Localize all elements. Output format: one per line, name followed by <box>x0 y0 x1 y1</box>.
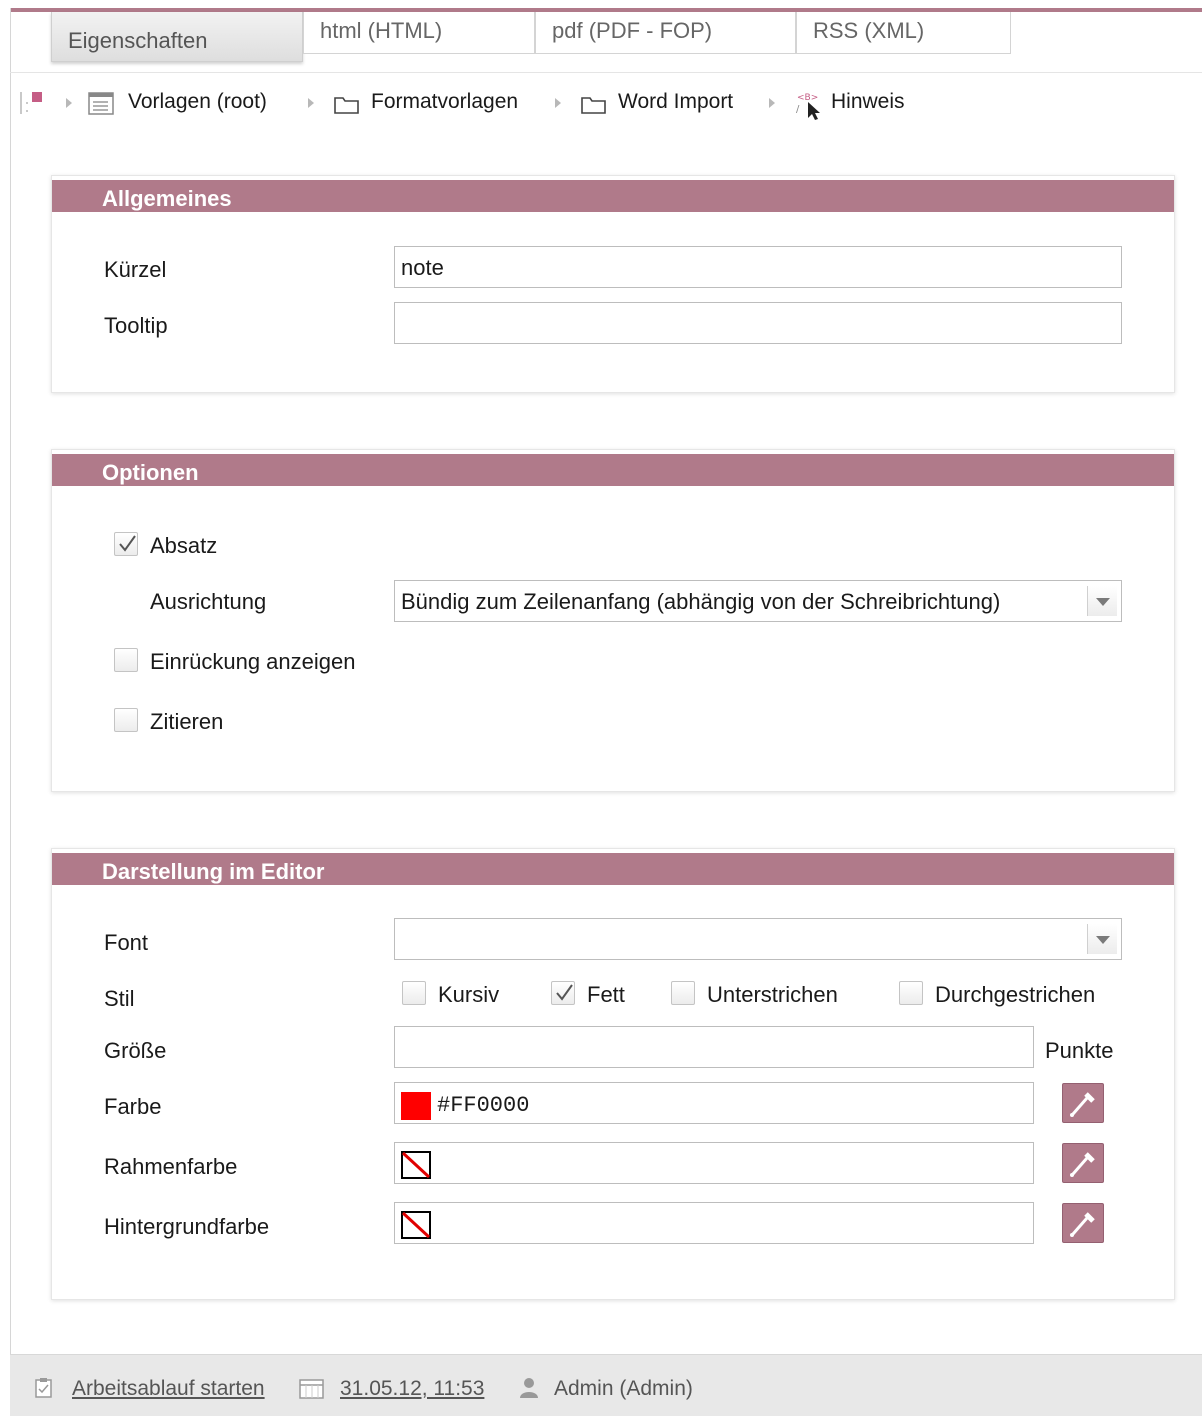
color-swatch <box>401 1092 431 1120</box>
left-border-line <box>10 8 11 1416</box>
durchgestrichen-checkbox[interactable] <box>899 981 923 1005</box>
absatz-label: Absatz <box>150 533 218 558</box>
rahmenfarbe-picker-button[interactable] <box>1062 1143 1104 1183</box>
breadcrumb-item-vorlagen[interactable]: Vorlagen (root) <box>128 90 267 114</box>
panel-title: Optionen <box>52 450 1174 486</box>
hintergrundfarbe-input[interactable] <box>394 1202 1034 1244</box>
no-color-icon <box>401 1211 431 1239</box>
font-select[interactable] <box>394 918 1122 960</box>
rahmenfarbe-input[interactable] <box>394 1142 1034 1184</box>
workflow-icon <box>35 1378 52 1398</box>
chevron-down-icon[interactable] <box>1087 586 1117 616</box>
tab-html[interactable]: html (HTML) <box>303 12 535 54</box>
template-list-icon <box>88 92 114 115</box>
breadcrumb-item-formatvorlagen[interactable]: Formatvorlagen <box>371 90 518 114</box>
einrueckung-label: Einrückung anzeigen <box>150 649 356 674</box>
kursiv-checkbox[interactable] <box>402 981 426 1005</box>
checkmark-icon <box>556 984 573 1001</box>
kuerzel-label: Kürzel <box>104 257 167 282</box>
ausrichtung-value: Bündig zum Zeilenanfang (abhängig von de… <box>401 589 1001 614</box>
farbe-value: #FF0000 <box>437 1093 530 1118</box>
zitieren-label: Zitieren <box>150 709 224 734</box>
groesse-label: Größe <box>104 1038 167 1063</box>
folder-icon <box>334 97 359 114</box>
format-template-icon: <B> / <box>796 93 820 120</box>
absatz-checkbox[interactable] <box>114 532 138 556</box>
farbe-picker-button[interactable] <box>1062 1083 1104 1123</box>
calendar-icon <box>299 1379 324 1399</box>
tab-pdf[interactable]: pdf (PDF - FOP) <box>535 12 796 54</box>
farbe-input[interactable]: #FF0000 <box>394 1082 1034 1124</box>
fett-label: Fett <box>587 982 625 1007</box>
farbe-label: Farbe <box>104 1094 162 1119</box>
chevron-down-icon[interactable] <box>1087 924 1117 954</box>
ausrichtung-label: Ausrichtung <box>150 589 267 614</box>
breadcrumb-separator-icon <box>769 98 775 108</box>
eyedropper-icon <box>1070 1212 1095 1237</box>
panel-title: Darstellung im Editor <box>52 849 1174 885</box>
tab-eigenschaften[interactable]: Eigenschaften <box>51 12 303 62</box>
eyedropper-icon <box>1070 1152 1095 1177</box>
no-color-icon <box>401 1151 431 1179</box>
breadcrumb-item-hinweis[interactable]: Hinweis <box>831 90 905 114</box>
user-label: Admin (Admin) <box>554 1377 693 1400</box>
font-label: Font <box>104 930 149 955</box>
durchgestrichen-label: Durchgestrichen <box>935 982 1096 1007</box>
kuerzel-input[interactable]: note <box>394 246 1122 288</box>
breadcrumb-separator-icon <box>308 98 314 108</box>
start-workflow-link[interactable]: Arbeitsablauf starten <box>72 1377 265 1401</box>
einrueckung-checkbox[interactable] <box>114 648 138 672</box>
checkmark-icon <box>119 535 136 552</box>
hintergrundfarbe-picker-button[interactable] <box>1062 1203 1104 1243</box>
kursiv-label: Kursiv <box>438 982 500 1007</box>
stil-label: Stil <box>104 986 135 1011</box>
tab-rss[interactable]: RSS (XML) <box>796 12 1011 54</box>
eyedropper-icon <box>1070 1092 1095 1117</box>
svg-text:<B>: <B> <box>797 93 818 103</box>
folder-icon <box>581 97 606 114</box>
unterstrichen-label: Unterstrichen <box>707 982 838 1007</box>
hintergrundfarbe-label: Hintergrundfarbe <box>104 1214 270 1239</box>
fett-checkbox[interactable] <box>551 981 575 1005</box>
breadcrumb-separator-icon <box>66 98 72 108</box>
tooltip-label: Tooltip <box>104 313 168 338</box>
panel-title: Allgemeines <box>52 176 1174 212</box>
groesse-unit: Punkte <box>1045 1038 1114 1063</box>
breadcrumb-separator-icon <box>555 98 561 108</box>
last-changed-link[interactable]: 31.05.12, 11:53 <box>340 1377 484 1401</box>
tree-root-icon[interactable] <box>18 90 46 118</box>
groesse-input[interactable] <box>394 1026 1034 1068</box>
user-icon <box>520 1378 538 1398</box>
tooltip-input[interactable] <box>394 302 1122 344</box>
unterstrichen-checkbox[interactable] <box>671 981 695 1005</box>
svg-text:/: / <box>796 104 800 115</box>
ausrichtung-select[interactable]: Bündig zum Zeilenanfang (abhängig von de… <box>394 580 1122 622</box>
rahmenfarbe-label: Rahmenfarbe <box>104 1154 238 1179</box>
breadcrumb-item-word-import[interactable]: Word Import <box>618 90 733 114</box>
zitieren-checkbox[interactable] <box>114 708 138 732</box>
